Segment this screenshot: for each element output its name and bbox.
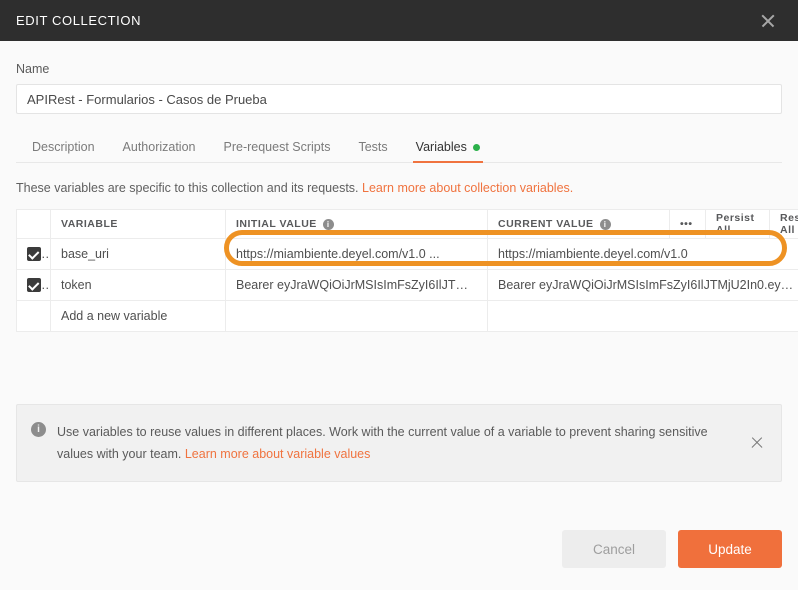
tab-bar: Description Authorization Pre-request Sc… <box>16 132 782 163</box>
modal-body: Name APIRest - Formularios - Casos de Pr… <box>0 41 798 530</box>
persist-all-button[interactable]: Persist All <box>705 209 770 239</box>
tab-description[interactable]: Description <box>32 140 95 162</box>
tab-pre-request-scripts[interactable]: Pre-request Scripts <box>224 140 331 162</box>
tab-authorization[interactable]: Authorization <box>123 140 196 162</box>
tab-variables-label: Variables <box>415 140 467 154</box>
add-new-variable-input[interactable]: Add a new variable <box>50 300 226 332</box>
variables-table: VARIABLE INITIAL VALUE i CURRENT VALUE i… <box>16 209 798 332</box>
modal-footer: Cancel Update <box>0 530 798 590</box>
tab-pre-request-scripts-label: Pre-request Scripts <box>223 140 331 154</box>
info-icon: i <box>31 422 46 437</box>
info-icon[interactable]: i <box>322 218 334 230</box>
checkbox-checked-icon[interactable] <box>27 247 41 262</box>
header-current-value-label: CURRENT VALUE <box>498 218 594 230</box>
modal-title: EDIT COLLECTION <box>16 13 142 28</box>
tab-description-label: Description <box>32 140 95 154</box>
tab-authorization-label: Authorization <box>122 140 196 154</box>
row-initial-value[interactable]: Bearer eyJraWQiOiJrMSIsImFsZyI6IlJTMjU2I… <box>225 269 488 301</box>
collection-name-input[interactable]: APIRest - Formularios - Casos de Prueba <box>16 84 782 114</box>
header-initial-value-label: INITIAL VALUE <box>236 218 317 230</box>
banner-text-wrap: Use variables to reuse values in differe… <box>57 421 767 465</box>
cancel-button[interactable]: Cancel <box>562 530 666 568</box>
unsaved-changes-dot-icon <box>472 143 480 151</box>
header-variable: VARIABLE <box>50 209 226 239</box>
name-label: Name <box>16 62 50 76</box>
variable-values-link[interactable]: Learn more about variable values <box>185 447 371 461</box>
tab-variables[interactable]: Variables <box>412 140 484 163</box>
row-checkbox-cell[interactable] <box>16 238 51 270</box>
variables-table-wrap: VARIABLE INITIAL VALUE i CURRENT VALUE i… <box>16 209 798 332</box>
header-select-all <box>16 209 51 239</box>
reset-all-button[interactable]: Reset All <box>769 209 798 239</box>
table-header-row: VARIABLE INITIAL VALUE i CURRENT VALUE i… <box>16 209 798 239</box>
info-icon[interactable]: i <box>599 218 611 230</box>
new-row-current-value[interactable] <box>487 300 798 332</box>
collection-variables-link[interactable]: Learn more about collection variables. <box>362 181 573 195</box>
more-options-icon[interactable]: ••• <box>669 209 706 239</box>
table-row-new: Add a new variable <box>16 300 798 332</box>
row-variable-name[interactable]: token <box>50 269 226 301</box>
edit-collection-modal: EDIT COLLECTION Name APIRest - Formulari… <box>0 0 798 590</box>
header-current-value: CURRENT VALUE i <box>487 209 670 239</box>
header-variable-label: VARIABLE <box>61 218 118 230</box>
new-row-initial-value[interactable] <box>225 300 488 332</box>
checkbox-checked-icon[interactable] <box>27 278 41 293</box>
banner-close-icon[interactable] <box>749 435 765 451</box>
tab-tests-label: Tests <box>358 140 388 154</box>
header-initial-value: INITIAL VALUE i <box>225 209 488 239</box>
tab-tests[interactable]: Tests <box>358 140 387 162</box>
row-initial-value[interactable]: https://miambiente.deyel.com/v1.0 ... <box>225 238 488 270</box>
row-checkbox-cell[interactable] <box>16 269 51 301</box>
variables-info-line: These variables are specific to this col… <box>16 181 782 195</box>
variables-info-text: These variables are specific to this col… <box>16 181 359 195</box>
update-button[interactable]: Update <box>678 530 782 568</box>
table-row: base_uri https://miambiente.deyel.com/v1… <box>16 238 798 270</box>
row-current-value[interactable]: https://miambiente.deyel.com/v1.0 <box>487 238 798 270</box>
banner-text: Use variables to reuse values in differe… <box>57 425 708 461</box>
variables-hint-banner: i Use variables to reuse values in diffe… <box>16 404 782 482</box>
close-icon[interactable] <box>758 11 778 31</box>
row-variable-name[interactable]: base_uri <box>50 238 226 270</box>
modal-titlebar: EDIT COLLECTION <box>0 0 798 41</box>
new-row-checkbox-cell <box>16 300 51 332</box>
row-current-value[interactable]: Bearer eyJraWQiOiJrMSIsImFsZyI6IlJTMjU2I… <box>487 269 798 301</box>
table-row: token Bearer eyJraWQiOiJrMSIsImFsZyI6IlJ… <box>16 269 798 301</box>
